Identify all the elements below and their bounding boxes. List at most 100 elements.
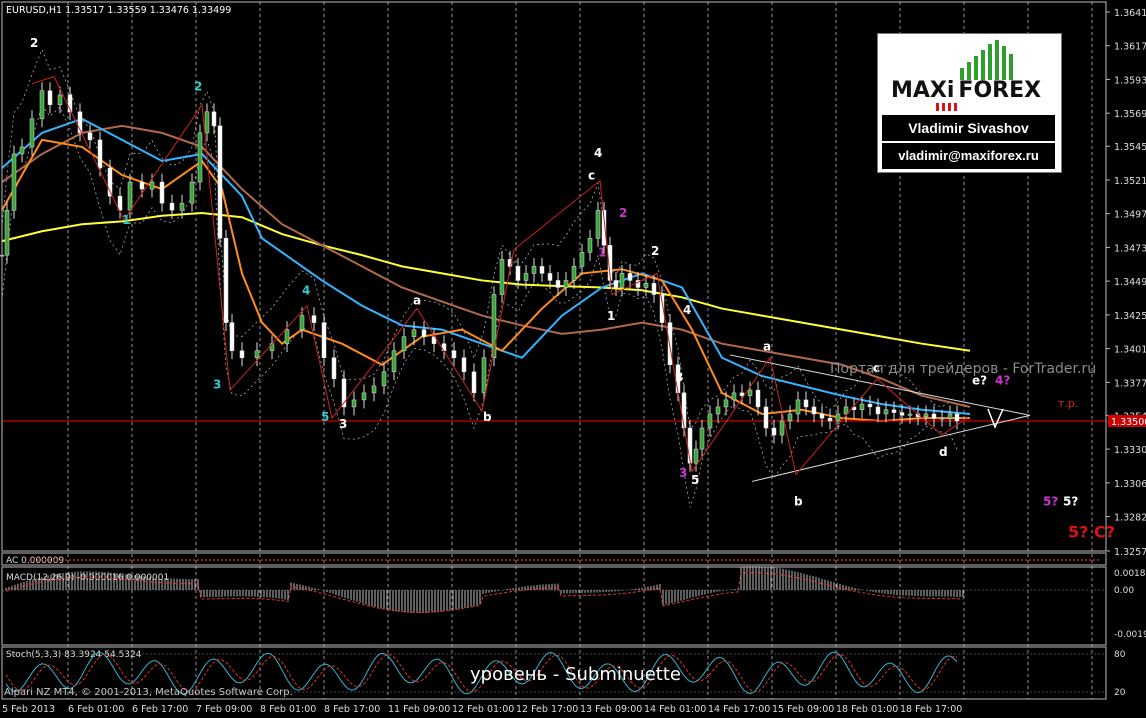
wave-label: 3 [213, 378, 221, 392]
candle-body [555, 280, 561, 288]
candle-body [19, 146, 25, 155]
candle-body [211, 111, 217, 127]
candle-body [39, 90, 45, 120]
wave-label: 5? [1063, 494, 1078, 508]
candle-body [229, 322, 235, 351]
wave-label: c [588, 168, 595, 182]
candle-body [643, 283, 649, 288]
candle-body [907, 413, 913, 416]
candle-body [311, 315, 317, 323]
candle-body [4, 209, 10, 256]
moving-average-line [1, 211, 971, 352]
y-tick-label: 1.33775 [1114, 378, 1146, 389]
candle-body [523, 273, 529, 281]
x-tick-label: 18 Feb 17:00 [900, 704, 962, 715]
candle-body [707, 413, 713, 429]
candle-body [401, 336, 407, 351]
candle-body [779, 420, 785, 436]
maxiforex-logo: MAXi FOREX Vladimir Sivashov vladimir@max… [877, 33, 1062, 173]
candle-body [351, 399, 357, 408]
candle-body [931, 413, 937, 419]
x-tick-label: 6 Feb 17:00 [132, 704, 188, 715]
candle-body [169, 202, 175, 211]
candle-body [361, 392, 367, 401]
copyright-text: Alpari NZ MT4, © 2001-2013, MetaQuotes S… [4, 687, 293, 698]
wave-label: 2 [30, 36, 38, 50]
stoch-tick-label: 20 [1114, 688, 1126, 698]
y-tick-label: 1.34255 [1114, 311, 1146, 322]
logo-author-email: vladimir@maxiforex.ru [882, 143, 1055, 169]
x-tick-label: 18 Feb 01:00 [836, 704, 898, 715]
current-price-label: 1.33500 [1111, 417, 1146, 428]
wave-label: 3 [339, 417, 347, 431]
stoch-tick-label: 80 [1114, 650, 1126, 660]
candle-body [883, 409, 889, 415]
x-tick-label: 14 Feb 01:00 [644, 704, 706, 715]
candle-body [481, 357, 487, 394]
y-tick-label: 1.36410 [1114, 8, 1146, 19]
candle-body [223, 238, 229, 323]
candle-body [803, 399, 809, 408]
candle-body [57, 94, 63, 106]
candle-body [891, 409, 897, 413]
candle-body [29, 118, 35, 148]
x-tick-label: 8 Feb 01:00 [260, 704, 316, 715]
wave-label: 2 [651, 244, 659, 258]
candle-body [747, 389, 753, 396]
apex-arrow-icon [987, 408, 1004, 429]
x-tick-label: 13 Feb 09:00 [580, 704, 642, 715]
candle-body [97, 139, 103, 169]
x-tick-label: 12 Feb 17:00 [516, 704, 578, 715]
wave-label: 5 [691, 473, 699, 487]
candle-body [715, 406, 721, 415]
candle-body [667, 322, 673, 366]
candle-body [189, 181, 195, 204]
candle-body [371, 385, 377, 394]
y-tick-label: 1.34735 [1114, 243, 1146, 254]
wave-label: 3 [675, 371, 683, 385]
candle-body [954, 413, 960, 422]
wave-label: 1 [122, 213, 130, 227]
watermark-text: Портал для трейдеров - ForTrader.ru [830, 361, 1097, 377]
wave-label: 1 [598, 246, 606, 260]
candle-body [451, 350, 457, 358]
candle-body [739, 392, 745, 396]
wave-label: a [413, 293, 421, 307]
stoch-indicator-label: Stoch(5,3,3) 83.3924 54.5324 [6, 650, 142, 660]
x-tick-label: 6 Feb 01:00 [68, 704, 124, 715]
candle-body [563, 280, 569, 288]
candle-body [159, 181, 165, 204]
candle-body [651, 283, 657, 295]
wave-label: 5? C? [1068, 523, 1115, 542]
wave-label: 4 [683, 303, 691, 317]
target-level-label: т.р. [1058, 397, 1078, 410]
candle-body [787, 413, 793, 422]
y-tick-label: 1.34975 [1114, 210, 1146, 221]
candle-body [411, 329, 417, 337]
x-tick-label: 8 Feb 17:00 [324, 704, 380, 715]
wave-label: 4 [594, 146, 602, 160]
wave-label: d [939, 445, 948, 459]
y-tick-label: 1.34015 [1114, 345, 1146, 356]
candle-body [619, 273, 625, 288]
candle-body [835, 413, 841, 422]
candle-body [321, 322, 327, 358]
wave-label: 3 [679, 466, 687, 480]
candle-body [47, 90, 53, 106]
x-tick-label: 14 Feb 17:00 [708, 704, 770, 715]
candle-body [579, 252, 585, 267]
candle-body [595, 209, 601, 239]
candle-body [699, 427, 705, 450]
y-tick-label: 1.35690 [1114, 109, 1146, 120]
y-tick-label: 1.33060 [1114, 479, 1146, 490]
candle-body [531, 266, 537, 274]
candle-body [755, 389, 761, 408]
candle-body [299, 315, 305, 330]
ac-indicator-label: AC 0.000009 [6, 556, 64, 566]
candle-body [947, 413, 953, 419]
wave-label: 4 [302, 284, 310, 298]
candle-body [875, 406, 881, 415]
y-tick-label: 1.33300 [1114, 445, 1146, 456]
wave-label: b [794, 494, 803, 508]
candle-body [284, 329, 290, 344]
